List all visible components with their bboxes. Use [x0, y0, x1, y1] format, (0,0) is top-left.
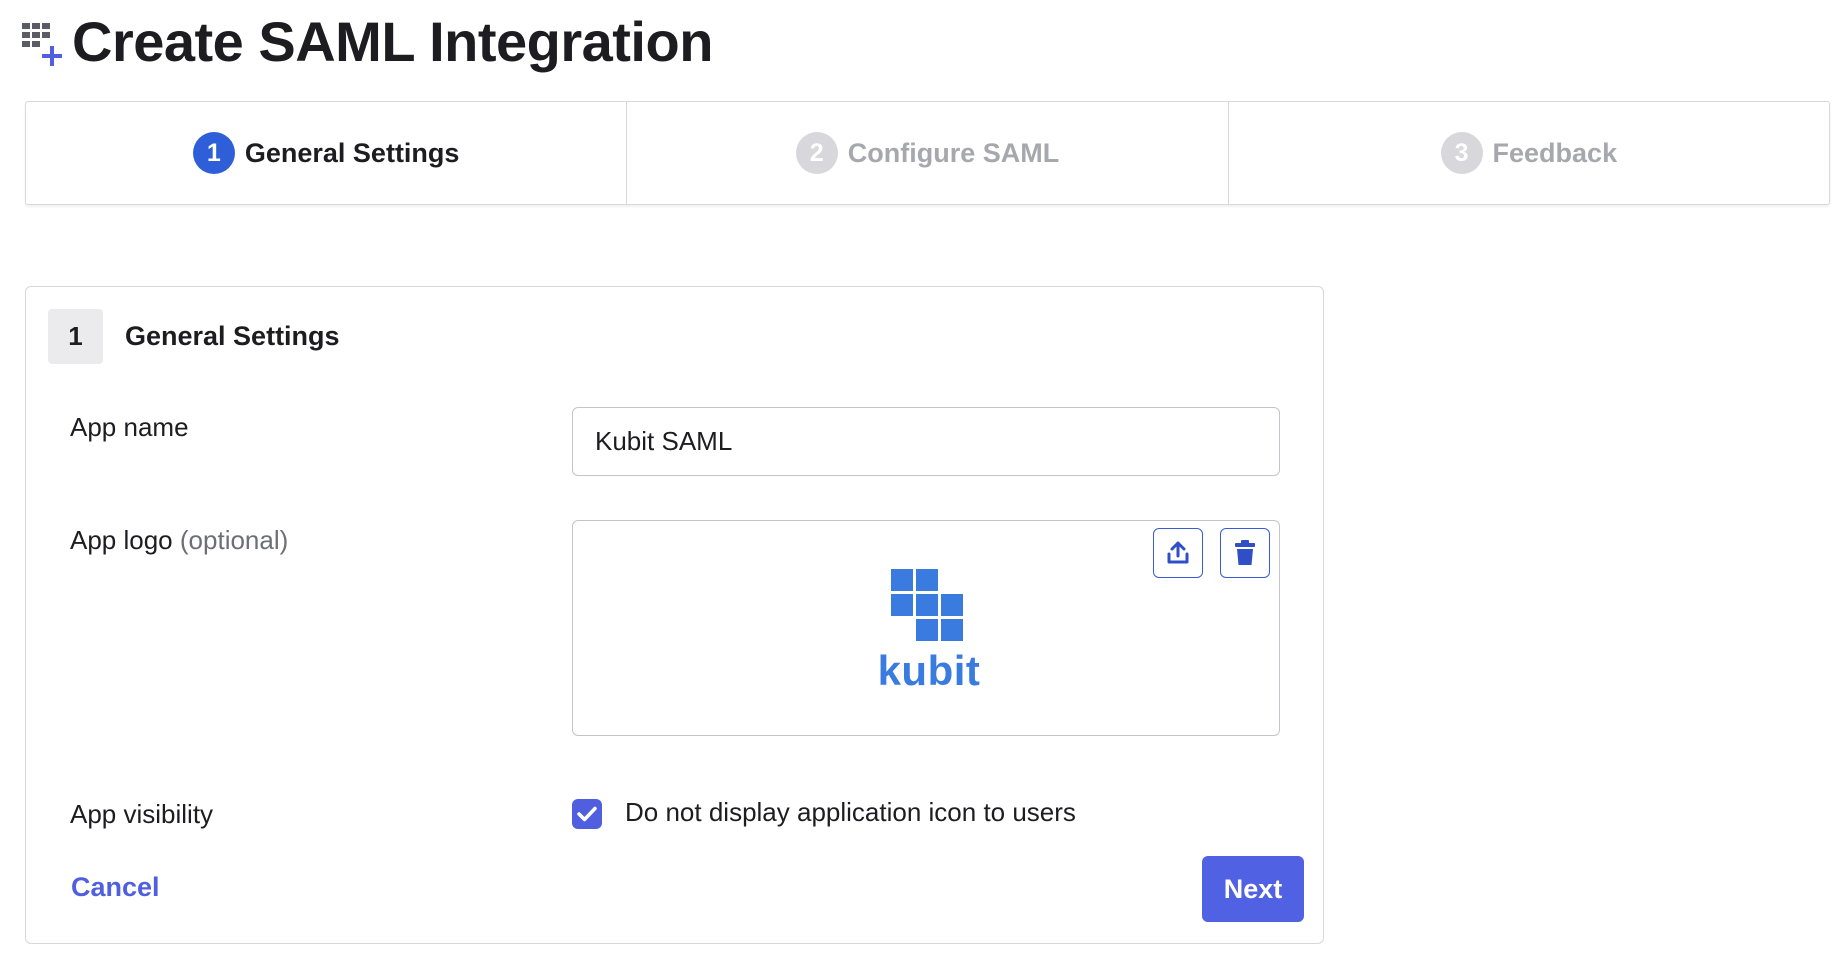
kubit-grid-mark [891, 569, 963, 641]
upload-icon [1167, 541, 1189, 564]
next-button[interactable]: Next [1202, 856, 1304, 922]
app-visibility-label: App visibility [70, 799, 214, 829]
upload-logo-button[interactable] [1153, 528, 1203, 578]
step-number: 3 [1440, 132, 1483, 174]
app-name-label: App name [70, 412, 189, 442]
page-title: Create SAML Integration [72, 9, 713, 73]
general-settings-card: 1 General Settings App name App logo (op… [25, 286, 1324, 944]
cancel-button[interactable]: Cancel [71, 872, 160, 903]
kubit-logo: kubit [875, 569, 983, 699]
app-logo-label: App logo (optional) [70, 525, 288, 556]
step-label: Feedback [1492, 137, 1618, 168]
optional-hint: (optional) [179, 525, 289, 555]
delete-logo-button[interactable] [1220, 528, 1270, 578]
page-header: Create SAML Integration [22, 6, 713, 76]
checkmark-icon [577, 806, 597, 822]
step-label: Configure SAML [847, 137, 1060, 168]
section-title: General Settings [125, 321, 340, 351]
app-name-input[interactable] [572, 407, 1280, 476]
step-number: 2 [795, 132, 838, 174]
app-add-icon [22, 23, 62, 66]
trash-icon [1235, 540, 1255, 565]
step-configure-saml[interactable]: 2 Configure SAML [627, 102, 1229, 204]
step-feedback[interactable]: 3 Feedback [1229, 102, 1829, 204]
app-logo-preview: kubit [572, 520, 1280, 736]
app-logo-label-text: App logo [70, 525, 173, 555]
hide-app-icon-checkbox[interactable] [572, 799, 602, 829]
step-general-settings[interactable]: 1 General Settings [26, 102, 628, 204]
step-label: General Settings [244, 137, 460, 168]
section-header: 1 General Settings [48, 309, 340, 364]
stepper: 1 General Settings 2 Configure SAML 3 Fe… [25, 101, 1830, 205]
section-number: 1 [48, 309, 103, 364]
hide-app-icon-label[interactable]: Do not display application icon to users [625, 797, 1076, 828]
step-number: 1 [192, 132, 235, 174]
kubit-wordmark: kubit [877, 647, 981, 694]
